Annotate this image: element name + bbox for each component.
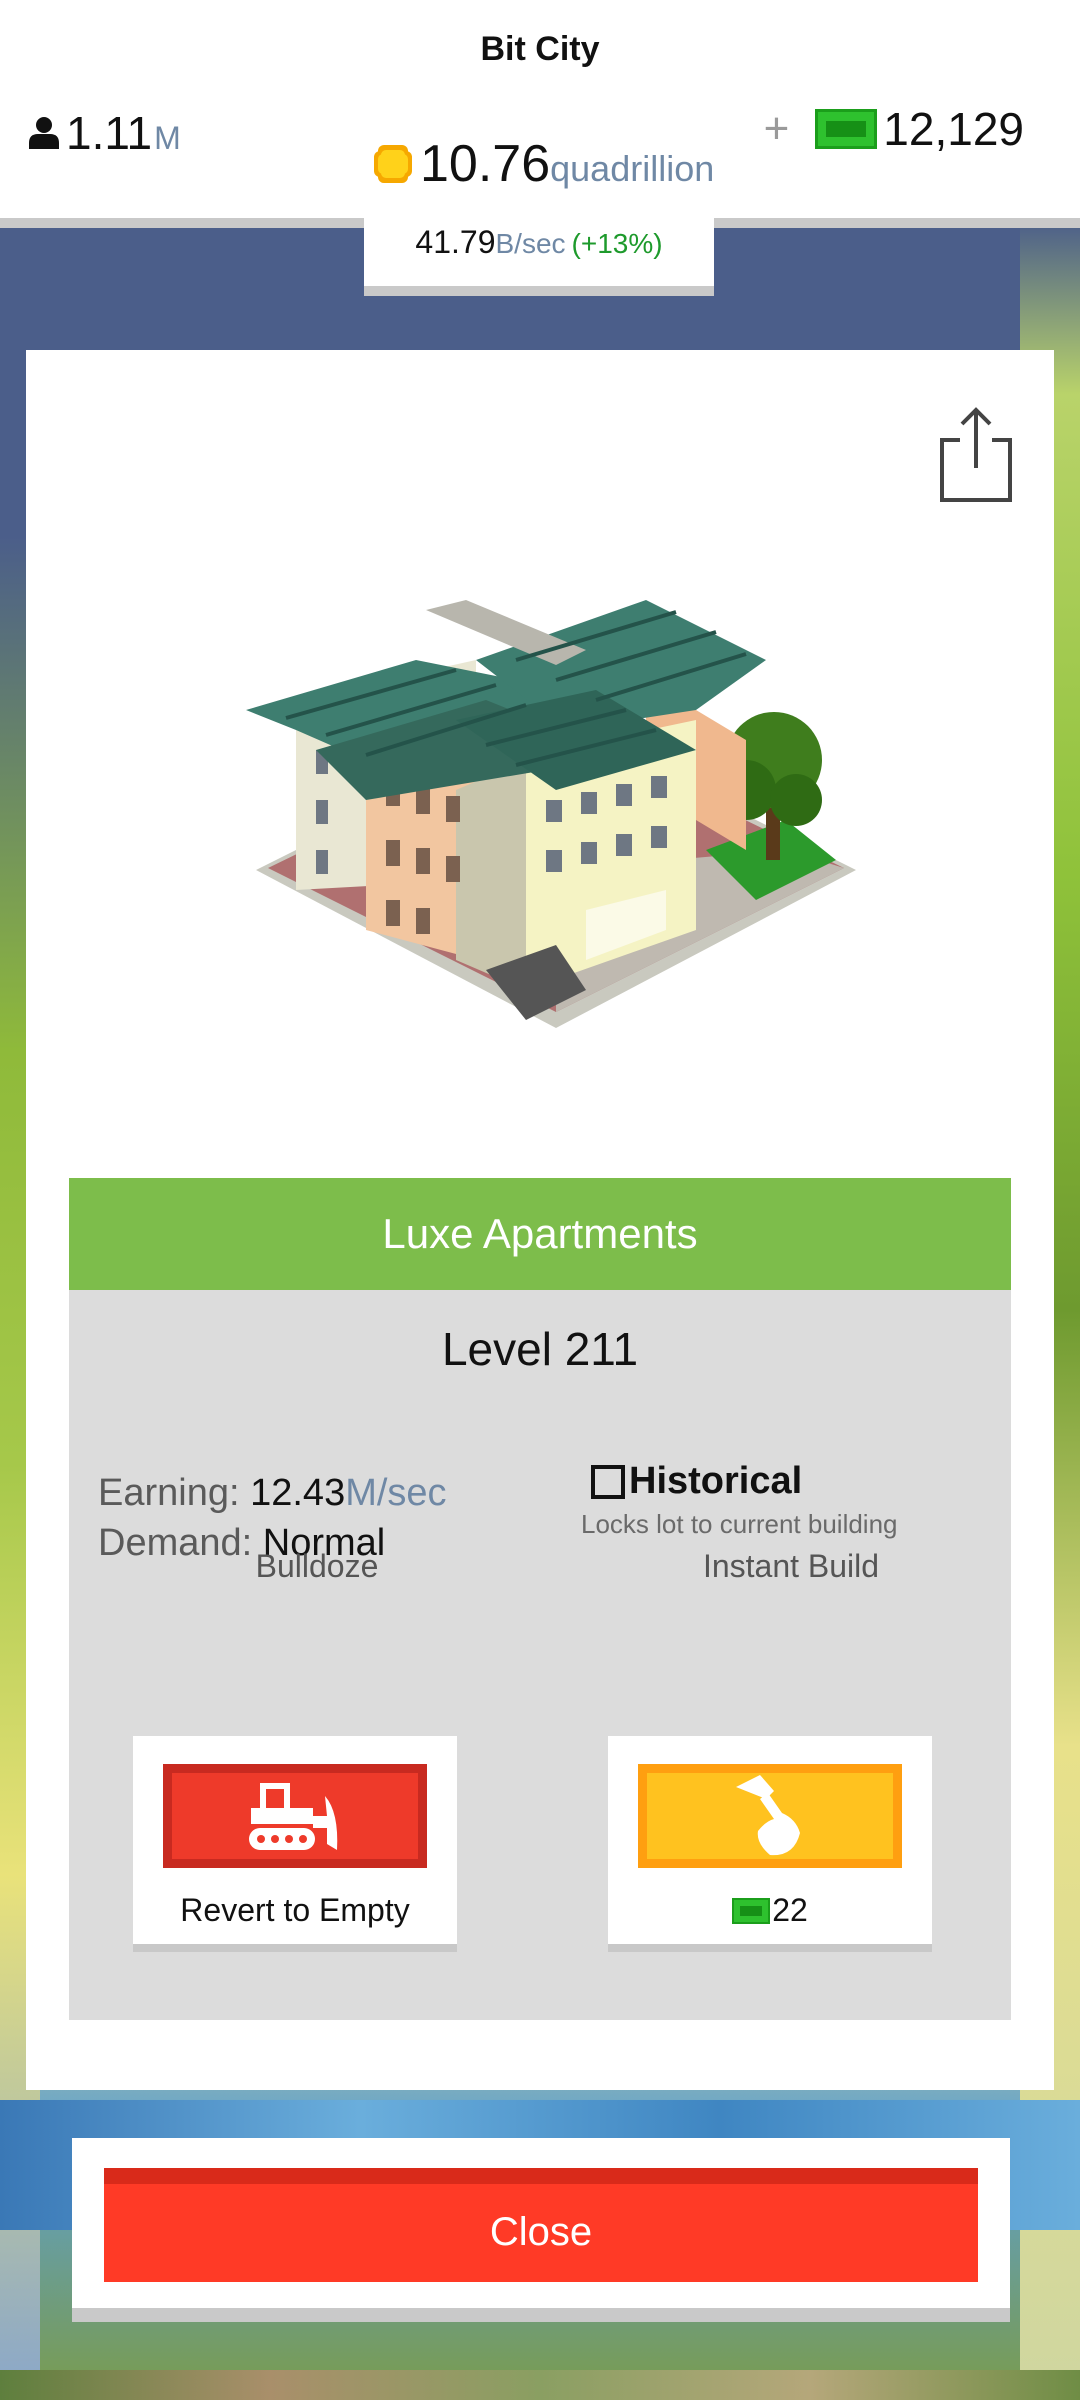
population-value: 1.11 (66, 107, 153, 159)
historical-description: Locks lot to current building (581, 1509, 898, 1539)
coin-icon (374, 145, 412, 183)
instant-build-card[interactable]: 22 (608, 1736, 932, 1952)
historical-row: Historical (591, 1460, 991, 1503)
coins-value: 10.76 (420, 135, 551, 193)
rate-change: (+13%) (571, 228, 663, 259)
person-icon (29, 117, 59, 149)
hammer-icon (736, 1775, 800, 1856)
revert-to-empty-label: Revert to Empty (180, 1892, 410, 1928)
revert-to-empty-button[interactable] (163, 1764, 427, 1868)
instant-build-button[interactable] (638, 1764, 902, 1868)
cash-icon (815, 109, 878, 149)
income-rate: 41.79B/sec (+13%) (364, 212, 714, 296)
instant-build-cost-value: 22 (772, 1892, 808, 1928)
instant-build-label: Instant Build (702, 1548, 880, 1584)
add-cash-button[interactable]: + (764, 104, 790, 154)
historical-toggle[interactable]: Historical Locks lot to current building (581, 1460, 991, 1540)
top-stats-bar: Bit City 1.11 M 10.76 quadrillion + 12,1… (0, 0, 1080, 228)
rate-value: 41.79 (415, 224, 496, 260)
rate-unit: B/sec (495, 228, 566, 259)
population-unit: M (154, 120, 181, 156)
building-level: Level 211 (441, 1323, 639, 1375)
building-illustration (246, 600, 856, 1028)
close-button[interactable]: Close (104, 2168, 978, 2282)
background-ground (0, 2370, 1080, 2400)
population-counter: 1.11 M (26, 106, 181, 160)
cash-value: 12,129 (883, 103, 1024, 155)
historical-checkbox[interactable] (591, 1464, 625, 1499)
coins-counter: 10.76 quadrillion (372, 134, 714, 194)
earning-row: Earning: 12.43M/sec (98, 1468, 447, 1518)
app-title: Bit City (480, 30, 600, 68)
building-name: Luxe Apartments (69, 1178, 1011, 1290)
bulldoze-card[interactable]: Revert to Empty (133, 1736, 457, 1952)
earning-label: Earning: (98, 1472, 240, 1514)
instant-build-cost: 22 (608, 1892, 932, 1929)
earning-value: 12.43 (250, 1472, 346, 1514)
cash-icon (732, 1897, 771, 1924)
coins-unit: quadrillion (550, 148, 715, 189)
close-button-container: Close (72, 2138, 1010, 2322)
bulldoze-label: Bulldoze (255, 1548, 379, 1584)
cash-counter: + 12,129 (764, 102, 1024, 156)
earning-unit: M/sec (345, 1472, 447, 1514)
bulldozer-icon (249, 1783, 338, 1850)
historical-title: Historical (629, 1460, 803, 1502)
share-icon[interactable] (938, 404, 1014, 504)
